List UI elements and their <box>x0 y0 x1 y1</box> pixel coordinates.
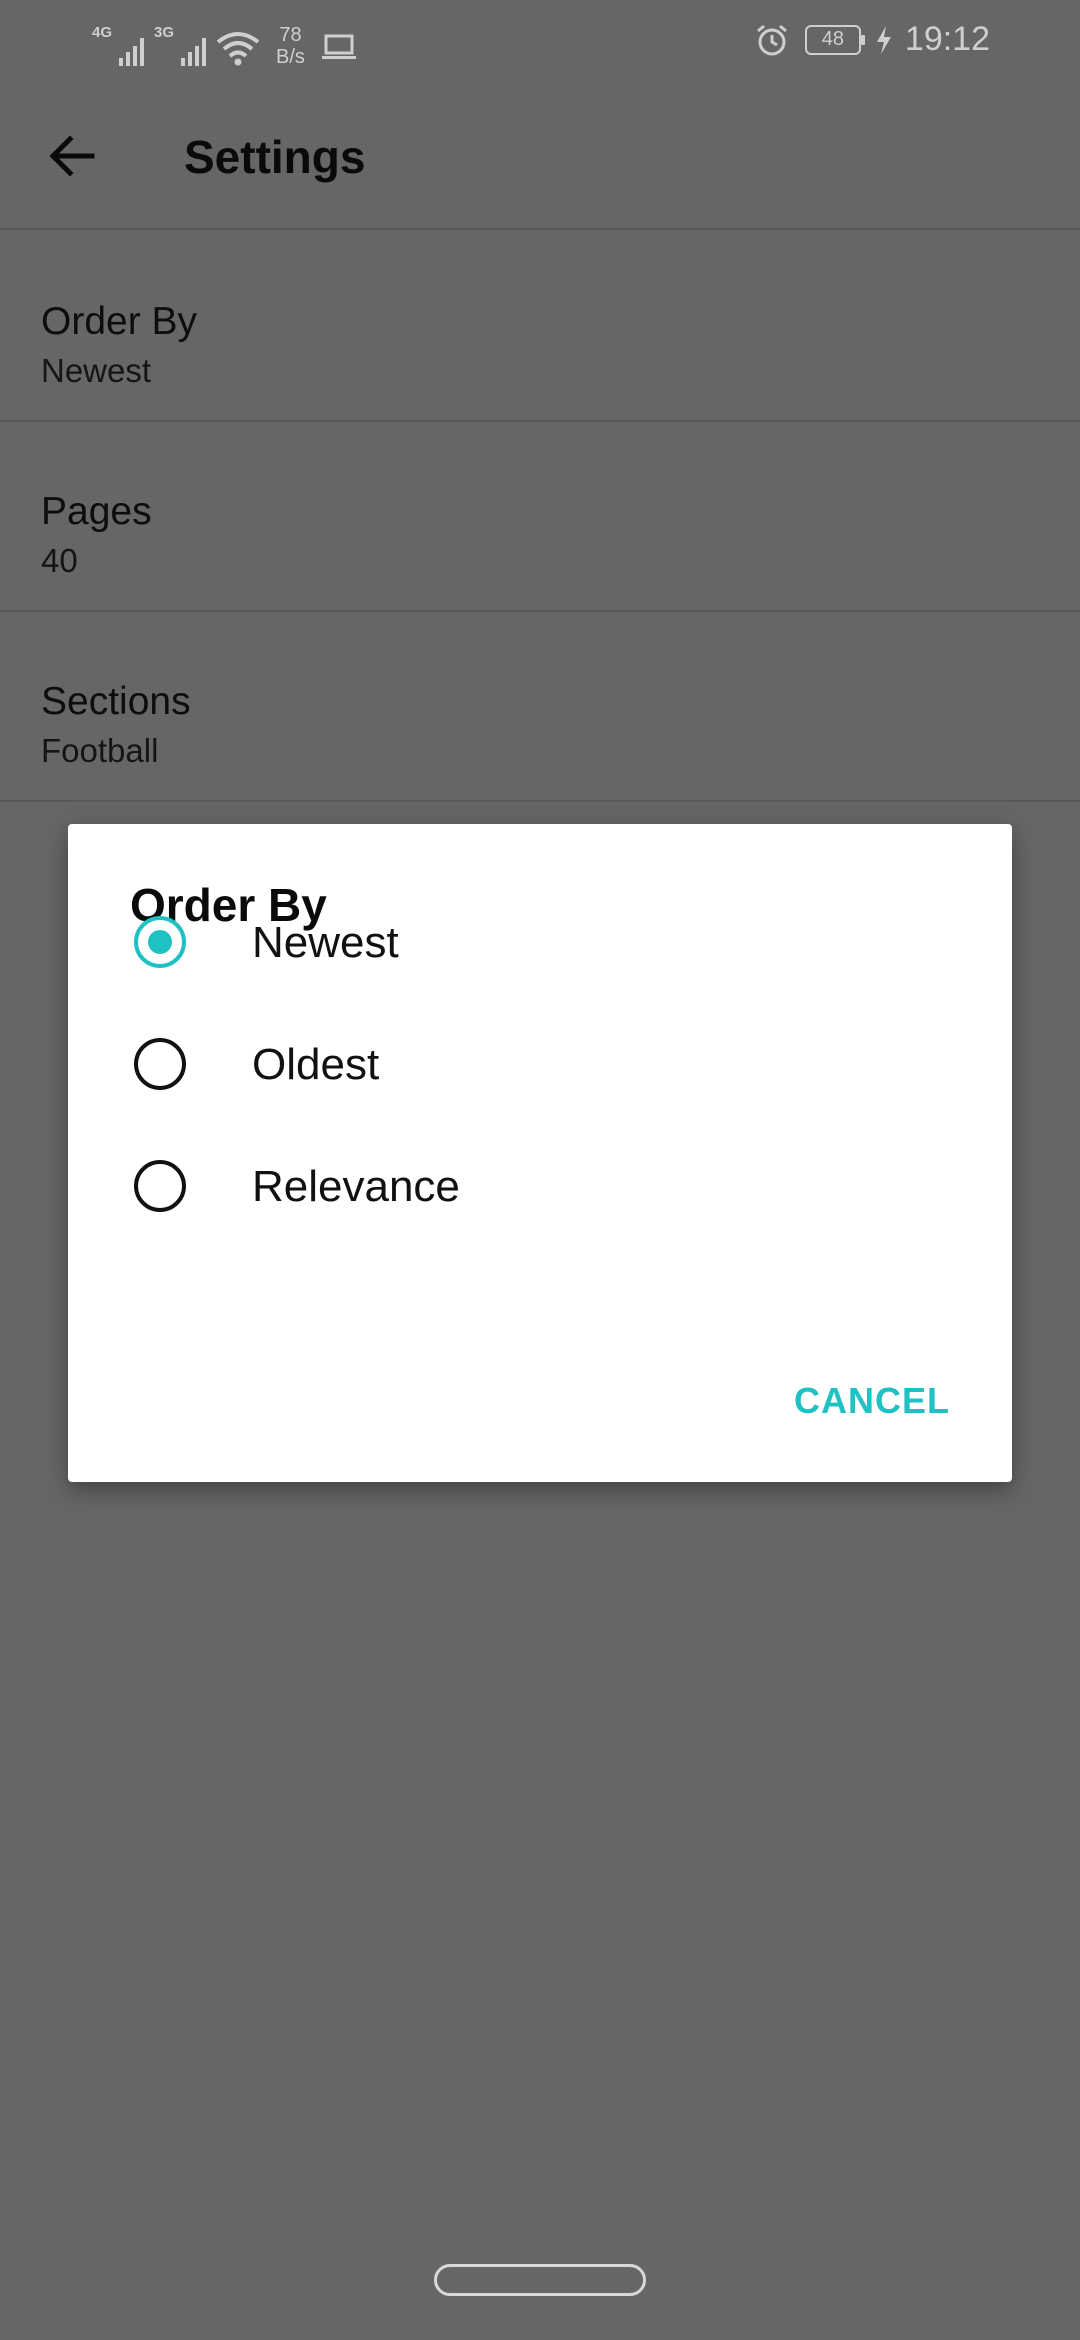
preference-pages[interactable]: Pages 40 <box>0 420 1080 612</box>
alarm-icon <box>756 24 787 55</box>
status-bar-right: 48 19:12 <box>755 20 990 59</box>
radio-button-checked[interactable] <box>134 916 186 968</box>
option-label: Newest <box>252 918 399 967</box>
option-label: Relevance <box>252 1162 460 1211</box>
clock: 19:12 <box>904 20 990 58</box>
home-indicator[interactable] <box>434 2264 646 2296</box>
cancel-button[interactable]: CANCEL <box>794 1380 950 1422</box>
network-speed: 78 B/s <box>276 24 305 68</box>
signal-icon: 3G <box>154 24 206 68</box>
option-relevance[interactable]: Relevance <box>68 1124 1012 1246</box>
network-speed-value: 78 <box>279 24 302 46</box>
preference-title: Order By <box>41 300 198 343</box>
order-by-dialog: Order By Newest Oldest Relevance CANCEL <box>68 824 1012 1482</box>
signal-icon: 4G <box>92 24 144 68</box>
charging-icon <box>876 25 891 54</box>
app-bar: Settings <box>0 86 1080 230</box>
option-newest[interactable]: Newest <box>68 880 1012 1002</box>
wifi-icon <box>216 32 260 66</box>
battery-level: 48 <box>821 28 845 50</box>
preference-title: Sections <box>41 680 191 723</box>
status-bar: 4G 3G 78 B/s 48 19:12 <box>0 0 1080 86</box>
battery-icon: 48 <box>804 24 865 55</box>
preference-summary: 40 <box>41 542 78 579</box>
preference-order-by[interactable]: Order By Newest <box>0 230 1080 422</box>
page-title: Settings <box>184 131 366 183</box>
arrow-back-icon[interactable] <box>44 128 100 184</box>
network-speed-unit: B/s <box>276 46 305 68</box>
option-oldest[interactable]: Oldest <box>68 1002 1012 1124</box>
preference-title: Pages <box>41 490 152 533</box>
option-label: Oldest <box>252 1040 380 1089</box>
preference-summary: Newest <box>41 352 152 389</box>
radio-button[interactable] <box>134 1038 186 1090</box>
status-bar-left: 4G 3G 78 B/s <box>92 18 357 68</box>
preference-sections[interactable]: Sections Football <box>0 610 1080 802</box>
radio-button[interactable] <box>134 1160 186 1212</box>
signal-type-label: 3G <box>154 24 175 41</box>
laptop-icon <box>321 34 356 59</box>
signal-type-label: 4G <box>92 24 113 41</box>
preference-summary: Football <box>41 732 159 769</box>
